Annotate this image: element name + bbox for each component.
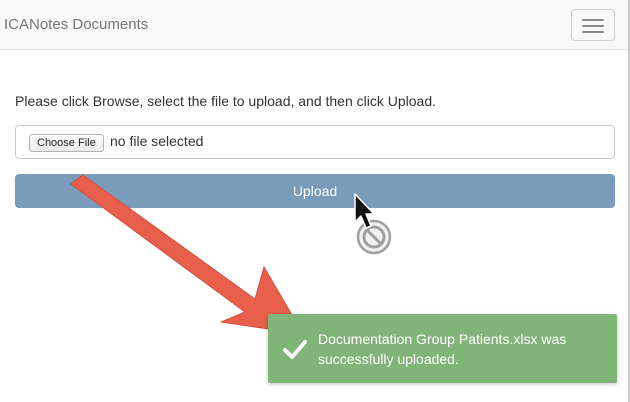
choose-file-button[interactable]: Choose File — [29, 134, 104, 152]
not-allowed-icon — [356, 219, 392, 255]
file-input-field[interactable]: Choose File no file selected — [15, 125, 615, 159]
hamburger-menu-icon-bar — [582, 31, 604, 33]
page: ICANotes Documents Please click Browse, … — [0, 0, 630, 402]
toast-message: Documentation Group Patients.xlsx was su… — [318, 331, 567, 367]
menu-toggle-button[interactable] — [571, 9, 615, 41]
upload-instructions: Please click Browse, select the file to … — [15, 93, 437, 109]
navbar: ICANotes Documents — [0, 0, 628, 50]
upload-button[interactable]: Upload — [15, 174, 615, 208]
success-toast[interactable]: Documentation Group Patients.xlsx was su… — [268, 314, 617, 383]
app-brand[interactable]: ICANotes Documents — [4, 16, 148, 33]
hamburger-menu-icon-bar — [582, 25, 604, 27]
hamburger-menu-icon — [582, 19, 604, 21]
checkmark-icon — [283, 340, 307, 359]
file-status-text: no file selected — [110, 133, 204, 149]
